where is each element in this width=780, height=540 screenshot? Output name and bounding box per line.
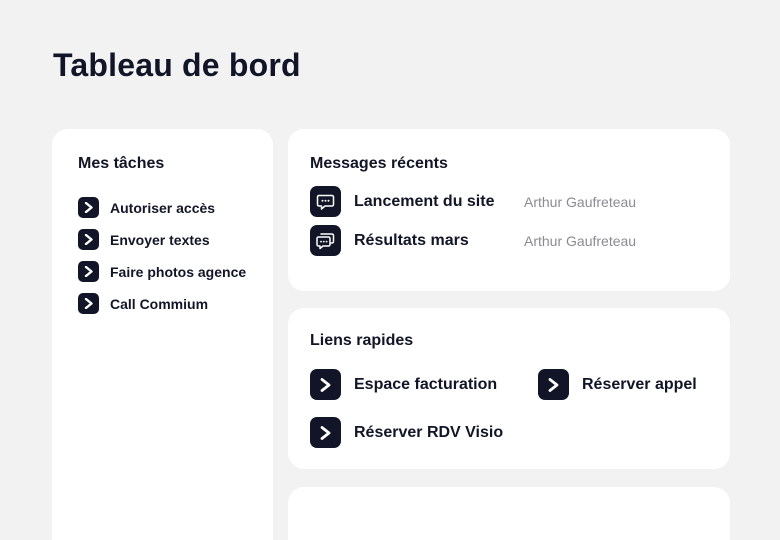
task-label: Faire photos agence	[110, 263, 247, 280]
chevron-right-icon	[78, 197, 99, 218]
message-author: Arthur Gaufreteau	[524, 193, 637, 210]
quick-link-label: Espace facturation	[354, 375, 498, 393]
task-label: Envoyer textes	[110, 231, 210, 248]
quick-link-label: Réserver RDV Visio	[354, 423, 504, 441]
chat-bubble-icon	[310, 186, 341, 217]
tasks-card: Mes tâches Autoriser accès Envoyer texte…	[52, 129, 273, 540]
message-list: Lancement du site Arthur Gaufreteau Résu…	[310, 186, 636, 264]
task-item-envoyer-textes[interactable]: Envoyer textes	[78, 229, 246, 250]
quick-links-card: Liens rapides Espace facturation Réserve…	[288, 308, 730, 469]
chevron-right-icon	[310, 369, 341, 400]
message-author: Arthur Gaufreteau	[524, 232, 637, 249]
quick-links-card-title: Liens rapides	[310, 332, 414, 349]
task-list: Autoriser accès Envoyer textes Faire pho…	[78, 197, 246, 325]
task-item-call-commium[interactable]: Call Commium	[78, 293, 246, 314]
task-label: Call Commium	[110, 295, 209, 312]
quick-link-reserver-rdv-visio[interactable]: Réserver RDV Visio	[310, 417, 503, 448]
task-item-faire-photos-agence[interactable]: Faire photos agence	[78, 261, 246, 282]
chevron-right-icon	[538, 369, 569, 400]
chevron-right-icon	[310, 417, 341, 448]
chevron-right-icon	[78, 261, 99, 282]
message-item-resultats-mars[interactable]: Résultats mars Arthur Gaufreteau	[310, 225, 636, 256]
quick-link-label: Réserver appel	[582, 375, 697, 393]
chat-bubbles-icon	[310, 225, 341, 256]
empty-card	[288, 487, 730, 540]
task-item-autoriser-acces[interactable]: Autoriser accès	[78, 197, 246, 218]
tasks-card-title: Mes tâches	[78, 155, 165, 172]
message-subject: Lancement du site	[354, 192, 495, 210]
chevron-right-icon	[78, 293, 99, 314]
task-label: Autoriser accès	[110, 199, 216, 216]
chevron-right-icon	[78, 229, 99, 250]
recent-messages-card: Messages récents Lancement du site Arthu…	[288, 129, 730, 291]
quick-link-espace-facturation[interactable]: Espace facturation	[310, 369, 497, 400]
quick-link-reserver-appel[interactable]: Réserver appel	[538, 369, 697, 400]
dashboard-page: Tableau de bord Mes tâches Autoriser acc…	[0, 0, 780, 540]
page-title: Tableau de bord	[53, 47, 301, 83]
message-item-lancement-du-site[interactable]: Lancement du site Arthur Gaufreteau	[310, 186, 636, 217]
messages-card-title: Messages récents	[310, 155, 448, 172]
message-subject: Résultats mars	[354, 231, 469, 249]
